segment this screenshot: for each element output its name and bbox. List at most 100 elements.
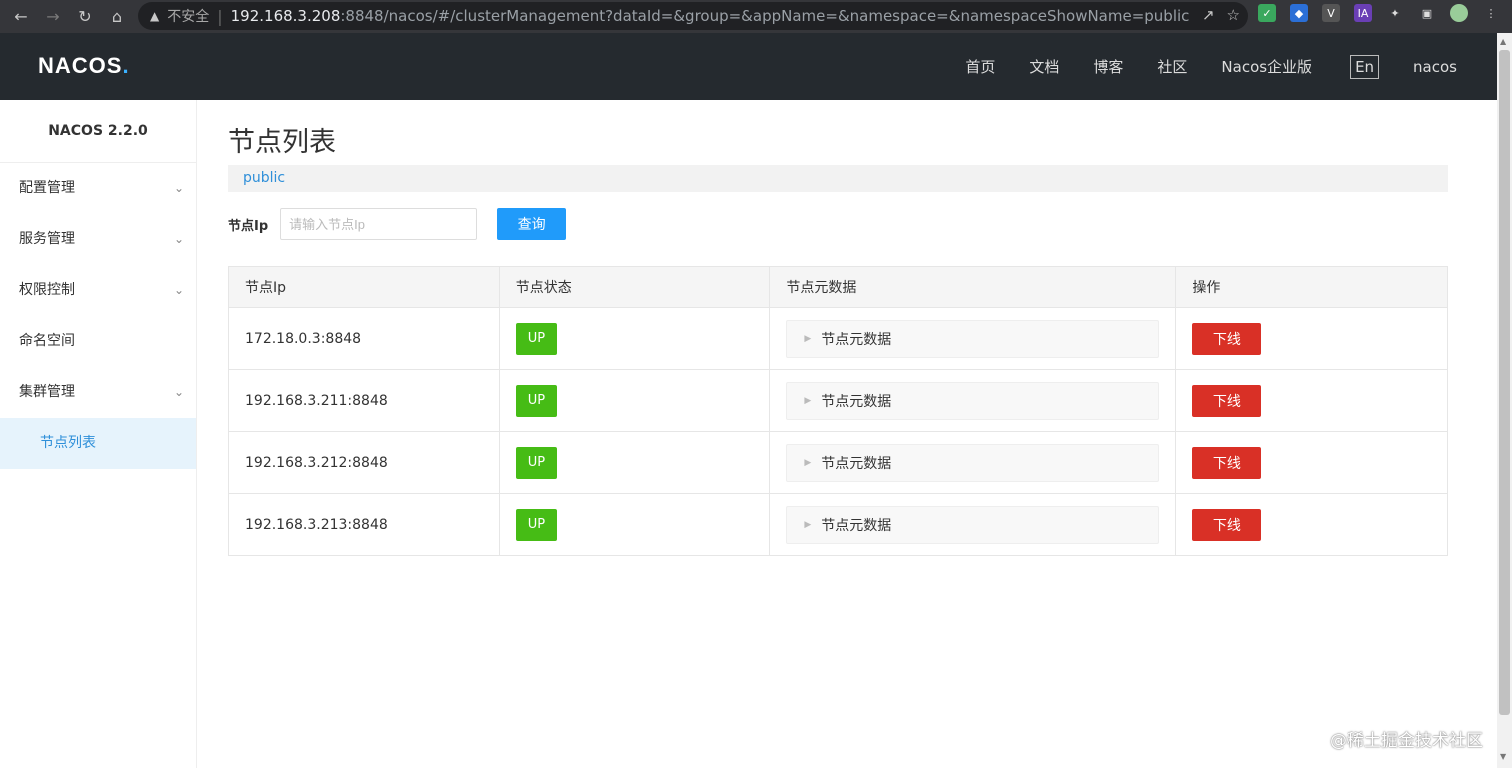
back-arrow-icon[interactable]: ←	[10, 6, 32, 28]
shield-extension-icon[interactable]: ✓	[1258, 4, 1276, 22]
chevron-down-icon: ⌄	[173, 232, 184, 246]
query-button[interactable]: 查询	[497, 208, 567, 240]
version-label: NACOS 2.2.0	[0, 100, 196, 163]
insecure-label: 不安全	[167, 9, 210, 25]
bookmark-star-icon[interactable]: ☆	[1227, 6, 1240, 24]
sidebar: NACOS 2.2.0 配置管理 ⌄ 服务管理 ⌄ 权限控制 ⌄ 命名空间 集群…	[0, 100, 197, 768]
metadata-label: 节点元数据	[821, 331, 892, 348]
table-row: 192.168.3.213:8848 UP ▶ 节点元数据 下线	[228, 493, 1448, 556]
metadata-label: 节点元数据	[821, 393, 892, 410]
sidepanel-icon[interactable]: ▣	[1418, 4, 1436, 22]
sidebar-item-label: 权限控制	[19, 282, 75, 298]
namespace-link[interactable]: public	[243, 170, 285, 186]
sidebar-item-auth[interactable]: 权限控制 ⌄	[0, 265, 196, 316]
sidebar-item-namespace[interactable]: 命名空间	[0, 316, 196, 367]
caret-right-icon: ▶	[804, 457, 812, 468]
node-ip-cell: 192.168.3.212:8848	[228, 431, 500, 494]
table-header-row: 节点Ip 节点状态 节点元数据 操作	[228, 266, 1448, 308]
status-badge: UP	[515, 322, 558, 355]
logo-text: NACOS	[38, 53, 123, 78]
puzzle-extensions-icon[interactable]: ✦	[1386, 4, 1404, 22]
action-cell: 下线	[1175, 493, 1448, 556]
gem-extension-icon[interactable]: ◆	[1290, 4, 1308, 22]
chevron-down-icon: ⌄	[173, 181, 184, 195]
search-label: 节点Ip	[228, 218, 269, 234]
scroll-down-arrow-icon[interactable]: ▼	[1500, 752, 1506, 761]
url-text[interactable]: 192.168.3.208:8848/nacos/#/clusterManage…	[231, 7, 1190, 25]
offline-button[interactable]: 下线	[1192, 322, 1262, 355]
profile-avatar-icon[interactable]	[1450, 4, 1468, 22]
status-cell: UP	[499, 493, 771, 556]
app-header: NACOS. 首页 文档 博客 社区 Nacos企业版 En nacos	[0, 33, 1497, 100]
main-content: 节点列表 public 节点Ip 查询 节点Ip 节点状态 节点元数据 操作 1…	[228, 100, 1448, 556]
metadata-label: 节点元数据	[821, 455, 892, 472]
node-ip-cell: 192.168.3.211:8848	[228, 369, 500, 432]
header-actions: 操作	[1175, 266, 1448, 308]
share-icon[interactable]: ↗	[1202, 6, 1215, 24]
browser-toolbar: ← → ↻ ⌂ ▲ 不安全 | 192.168.3.208:8848/nacos…	[0, 0, 1512, 33]
caret-right-icon: ▶	[804, 395, 812, 406]
nav-docs[interactable]: 文档	[1029, 56, 1059, 77]
chevron-down-icon: ⌄	[173, 283, 184, 297]
nav-blog[interactable]: 博客	[1093, 56, 1123, 77]
sidebar-subitem-node-list[interactable]: 节点列表	[0, 418, 196, 469]
status-badge: UP	[515, 508, 558, 541]
watermark: @稀土掘金技术社区	[1330, 731, 1483, 751]
sidebar-item-service[interactable]: 服务管理 ⌄	[0, 214, 196, 265]
scrollbar-thumb[interactable]	[1499, 50, 1510, 715]
caret-right-icon: ▶	[804, 519, 812, 530]
metadata-cell: ▶ 节点元数据	[769, 307, 1177, 370]
nav-community[interactable]: 社区	[1157, 56, 1187, 77]
nacos-logo[interactable]: NACOS.	[38, 53, 130, 79]
more-menu-icon[interactable]: ⋮	[1482, 4, 1500, 22]
metadata-toggle[interactable]: ▶ 节点元数据	[786, 505, 1160, 544]
table-row: 172.18.0.3:8848 UP ▶ 节点元数据 下线	[228, 307, 1448, 370]
node-ip-cell: 172.18.0.3:8848	[228, 307, 500, 370]
sidebar-item-config[interactable]: 配置管理 ⌄	[0, 163, 196, 214]
search-row: 节点Ip 查询	[228, 208, 1448, 240]
chevron-down-icon: ⌄	[173, 385, 184, 399]
node-ip-cell: 192.168.3.213:8848	[228, 493, 500, 556]
node-ip-input[interactable]	[280, 208, 478, 240]
vue-extension-icon[interactable]: V	[1322, 4, 1340, 22]
metadata-toggle[interactable]: ▶ 节点元数据	[786, 381, 1160, 420]
metadata-label: 节点元数据	[821, 517, 892, 534]
address-bar[interactable]: ▲ 不安全 | 192.168.3.208:8848/nacos/#/clust…	[138, 2, 1248, 30]
sidebar-item-label: 命名空间	[19, 333, 75, 349]
forward-arrow-icon[interactable]: →	[42, 6, 64, 28]
ia-extension-icon[interactable]: IA	[1354, 4, 1372, 22]
metadata-cell: ▶ 节点元数据	[769, 493, 1177, 556]
status-cell: UP	[499, 431, 771, 494]
warning-icon: ▲	[150, 9, 160, 23]
caret-right-icon: ▶	[804, 333, 812, 344]
user-menu[interactable]: nacos	[1413, 58, 1457, 76]
metadata-toggle[interactable]: ▶ 节点元数据	[786, 443, 1160, 482]
nav-enterprise[interactable]: Nacos企业版	[1221, 56, 1312, 77]
status-cell: UP	[499, 307, 771, 370]
table-row: 192.168.3.211:8848 UP ▶ 节点元数据 下线	[228, 369, 1448, 432]
action-cell: 下线	[1175, 307, 1448, 370]
namespace-bar: public	[228, 165, 1448, 192]
home-icon[interactable]: ⌂	[106, 6, 128, 28]
nav-home[interactable]: 首页	[965, 56, 995, 77]
reload-icon[interactable]: ↻	[74, 6, 96, 28]
language-toggle[interactable]: En	[1350, 54, 1380, 79]
divider: |	[217, 6, 223, 26]
status-cell: UP	[499, 369, 771, 432]
metadata-toggle[interactable]: ▶ 节点元数据	[786, 319, 1160, 358]
logo-dot: .	[122, 53, 130, 78]
offline-button[interactable]: 下线	[1192, 384, 1262, 417]
offline-button[interactable]: 下线	[1192, 508, 1262, 541]
sidebar-item-cluster[interactable]: 集群管理 ⌄	[0, 367, 196, 418]
url-host: 192.168.3.208	[230, 7, 341, 25]
status-badge: UP	[515, 446, 558, 479]
header-node-ip: 节点Ip	[228, 266, 500, 308]
page-title: 节点列表	[228, 127, 336, 158]
scroll-up-arrow-icon[interactable]: ▲	[1500, 37, 1506, 46]
sidebar-item-label: 集群管理	[19, 384, 75, 400]
status-badge: UP	[515, 384, 558, 417]
action-cell: 下线	[1175, 369, 1448, 432]
sidebar-item-label: 服务管理	[19, 231, 75, 247]
offline-button[interactable]: 下线	[1192, 446, 1262, 479]
metadata-cell: ▶ 节点元数据	[769, 431, 1177, 494]
